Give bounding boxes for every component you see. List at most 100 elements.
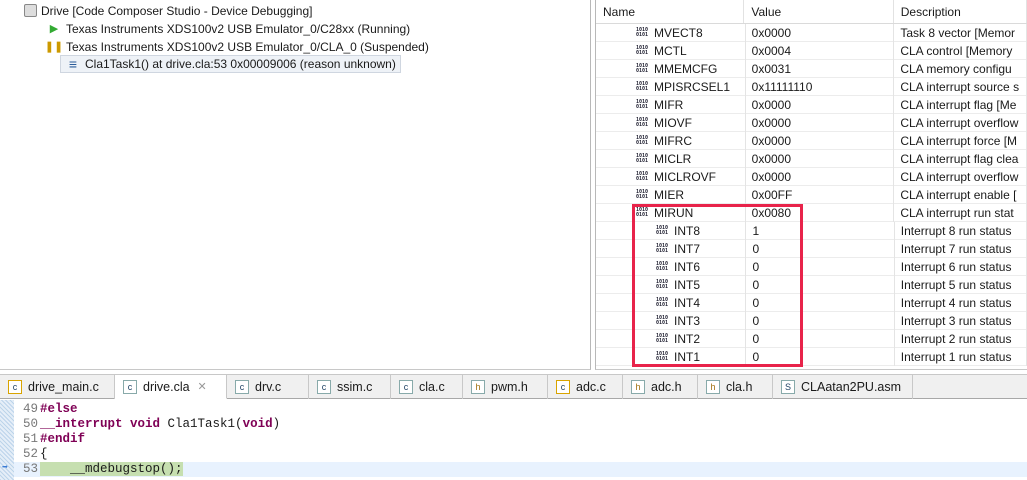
register-value[interactable]: 0x0031 [746, 59, 895, 78]
register-description: CLA interrupt flag clea [894, 149, 1027, 168]
register-value[interactable]: 0x00FF [746, 185, 895, 204]
register-value[interactable]: 0x0000 [746, 23, 895, 42]
register-value[interactable]: 0x0000 [746, 149, 895, 168]
code-line: 50 __interrupt void Cla1Task1(void) [14, 417, 1027, 432]
code-text: #endif [40, 432, 86, 446]
register-row[interactable]: 1010 0101 MIER 0x00FF CLA interrupt enable [ [596, 185, 1027, 204]
tab-label: pwm.h [491, 380, 528, 394]
core-node-cla[interactable]: ❚❚ Texas Instruments XDS100v2 USB Emulat… [44, 38, 429, 55]
editor-tab[interactable]: h pwm.h [463, 375, 548, 399]
register-name-text: MMEMCFG [654, 61, 718, 76]
stack-frame-node[interactable]: ≡ Cla1Task1() at drive.cla:53 0x00009006… [60, 55, 401, 73]
register-value[interactable]: 0x0000 [746, 113, 895, 132]
register-name: 1010 0101 MICLROVF [596, 167, 746, 186]
tab-label: adc.h [651, 380, 682, 394]
register-value[interactable]: 0x0000 [746, 131, 895, 150]
register-value[interactable]: 0x11111110 [746, 77, 895, 96]
editor-tab[interactable]: c drive.cla ✕ [115, 375, 227, 399]
register-name: 1010 0101 MPISRCSEL1 [596, 77, 746, 96]
register-name-text: MPISRCSEL1 [654, 79, 731, 94]
debug-view: Drive [Code Composer Studio - Device Deb… [0, 0, 591, 370]
register-binary-icon: 1010 0101 [636, 117, 649, 129]
register-description: Interrupt 7 run status [895, 239, 1027, 258]
c-file-icon: c [317, 380, 331, 394]
register-binary-icon: 1010 0101 [636, 99, 649, 111]
code-line: 52{ [14, 447, 1027, 462]
tab-label: cla.h [726, 380, 753, 394]
editor-tab[interactable]: h cla.h [698, 375, 773, 399]
editor-tab[interactable]: S CLAatan2PU.asm [773, 375, 913, 399]
register-row[interactable]: 1010 0101 MMEMCFG 0x0031 CLA memory configu [596, 59, 1027, 78]
register-description: CLA interrupt overflow [894, 167, 1027, 186]
session-label: Drive [Code Composer Studio - Device Deb… [41, 3, 313, 18]
register-name: 1010 0101 MVECT8 [596, 23, 746, 42]
register-row[interactable]: 1010 0101 MICLROVF 0x0000 CLA interrupt over… [596, 167, 1027, 186]
editor-tab[interactable]: h adc.h [623, 375, 698, 399]
line-number: 51 [22, 432, 38, 446]
highlight-box [632, 204, 803, 367]
c-file-icon: c [235, 380, 249, 394]
register-name: 1010 0101 MICLR [596, 149, 746, 168]
column-header-value[interactable]: Value [744, 0, 894, 23]
code-text: __mdebugstop(); [40, 462, 183, 476]
stack-frame-icon: ≡ [68, 56, 78, 72]
tab-label: ssim.c [337, 380, 373, 394]
register-description: CLA interrupt force [M [894, 131, 1027, 150]
line-number: 50 [22, 417, 38, 431]
column-header-name[interactable]: Name [596, 0, 745, 23]
register-description: Interrupt 2 run status [895, 329, 1027, 348]
register-row[interactable]: 1010 0101 MIFRC 0x0000 CLA interrupt force [… [596, 131, 1027, 150]
register-row[interactable]: 1010 0101 MIFR 0x0000 CLA interrupt flag [Me [596, 95, 1027, 114]
core-node-c28xx[interactable]: ▶ Texas Instruments XDS100v2 USB Emulato… [46, 20, 410, 37]
register-description: Interrupt 1 run status [895, 347, 1027, 366]
register-row[interactable]: 1010 0101 MPISRCSEL1 0x11111110 CLA interrup… [596, 77, 1027, 96]
c-file-icon: c [556, 380, 570, 394]
register-description: Task 8 vector [Memor [894, 23, 1027, 42]
line-number: 49 [22, 402, 38, 416]
line-number: 52 [22, 447, 38, 461]
register-binary-icon: 1010 0101 [636, 135, 649, 147]
register-binary-icon: 1010 0101 [636, 45, 649, 57]
code-line: 53 __mdebugstop(); [14, 462, 1027, 477]
line-number: 53 [22, 462, 38, 476]
frame-label: Cla1Task1() at drive.cla:53 0x00009006 (… [85, 57, 396, 71]
register-value[interactable]: 0x0000 [746, 167, 895, 186]
register-description: CLA interrupt overflow [894, 113, 1027, 132]
register-description: CLA interrupt source s [894, 77, 1027, 96]
register-name: 1010 0101 MIOVF [596, 113, 746, 132]
column-header-description[interactable]: Description [894, 0, 1027, 23]
register-row[interactable]: 1010 0101 MVECT8 0x0000 Task 8 vector [Memor [596, 23, 1027, 42]
code-text: __interrupt void Cla1Task1(void) [40, 417, 281, 431]
register-row[interactable]: 1010 0101 MIOVF 0x0000 CLA interrupt overflo… [596, 113, 1027, 132]
suspended-thread-icon: ❚❚ [44, 41, 64, 53]
register-name: 1010 0101 MMEMCFG [596, 59, 746, 78]
editor-tab[interactable]: c drv.c [227, 375, 309, 399]
header-file-icon: h [706, 380, 720, 394]
register-description: Interrupt 5 run status [895, 275, 1027, 294]
register-name: 1010 0101 MIER [596, 185, 746, 204]
editor-tab[interactable]: c adc.c [548, 375, 623, 399]
register-binary-icon: 1010 0101 [636, 189, 649, 201]
editor-tab[interactable]: c drive_main.c [0, 375, 115, 399]
register-description: CLA interrupt flag [Me [894, 95, 1027, 114]
tab-label: adc.c [576, 380, 606, 394]
register-name-text: MIOVF [654, 115, 692, 130]
register-row[interactable]: 1010 0101 MCTL 0x0004 CLA control [Memory [596, 41, 1027, 60]
c-file-icon: c [8, 380, 22, 394]
editor-tab[interactable]: c cla.c [391, 375, 463, 399]
header-file-icon: h [631, 380, 645, 394]
asm-file-icon: S [781, 380, 795, 394]
register-name-text: MIER [654, 187, 684, 202]
close-tab-icon[interactable]: ✕ [198, 380, 207, 393]
register-value[interactable]: 0x0000 [746, 95, 895, 114]
editor-tab[interactable]: c ssim.c [309, 375, 391, 399]
tab-label: drive_main.c [28, 380, 99, 394]
tab-label: drive.cla [143, 379, 190, 394]
code-line: 49 #else [14, 402, 1027, 417]
debug-session-node[interactable]: Drive [Code Composer Studio - Device Deb… [24, 2, 312, 19]
register-row[interactable]: 1010 0101 MICLR 0x0000 CLA interrupt flag cl… [596, 149, 1027, 168]
register-value[interactable]: 0x0004 [746, 41, 895, 60]
code-editor[interactable]: ➡ 49 #else 50 __interrupt void Cla1Task1(vo… [0, 400, 1027, 480]
c-file-icon: c [123, 379, 137, 394]
header-file-icon: h [471, 380, 485, 394]
